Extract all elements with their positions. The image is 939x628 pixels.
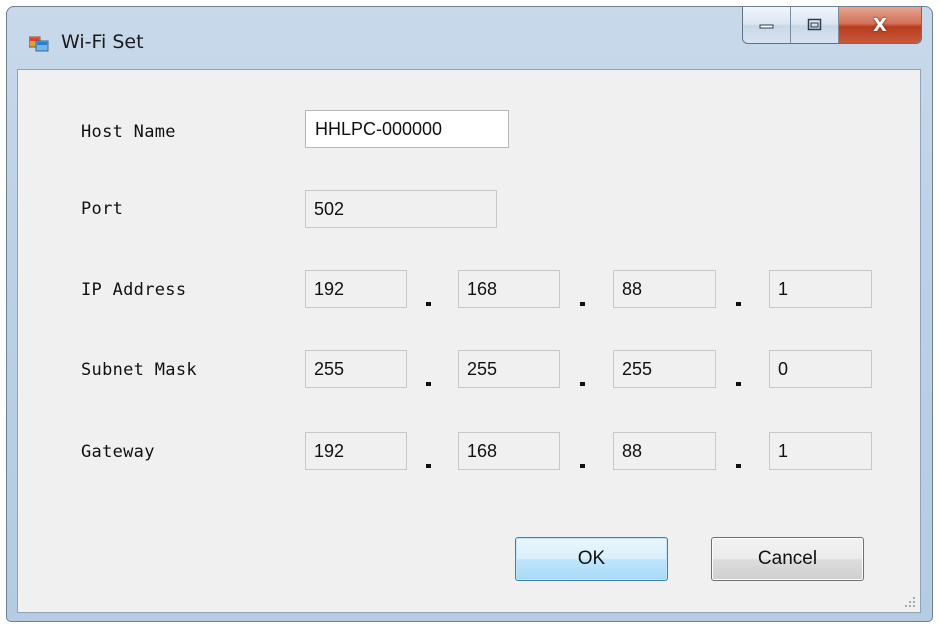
subnet-mask-label: Subnet Mask xyxy=(81,360,197,380)
ip-separator-dot xyxy=(736,302,741,306)
gateway-octet-3[interactable]: 88 xyxy=(613,432,716,470)
app-icon xyxy=(28,34,49,52)
gateway-label: Gateway xyxy=(81,442,155,462)
wifi-set-window: Wi-Fi Set X Host Name HHLPC-000000 Port … xyxy=(6,6,933,622)
maximize-button[interactable] xyxy=(791,7,839,43)
window-title: Wi-Fi Set xyxy=(61,31,144,53)
ip-octet-2[interactable]: 168 xyxy=(458,270,560,308)
client-area: Host Name HHLPC-000000 Port 502 IP Addre… xyxy=(17,69,921,613)
close-icon: X xyxy=(873,14,887,36)
resize-grip-icon[interactable] xyxy=(904,596,916,608)
host-name-input[interactable]: HHLPC-000000 xyxy=(305,110,509,148)
cancel-button[interactable]: Cancel xyxy=(711,537,864,581)
subnet-octet-3[interactable]: 255 xyxy=(613,350,716,388)
ip-octet-3[interactable]: 88 xyxy=(613,270,716,308)
close-button[interactable]: X xyxy=(839,7,921,43)
port-input[interactable]: 502 xyxy=(305,190,497,228)
subnet-octet-4[interactable]: 0 xyxy=(769,350,872,388)
ip-separator-dot xyxy=(580,302,585,306)
subnet-octet-1[interactable]: 255 xyxy=(305,350,407,388)
gateway-separator-dot xyxy=(426,464,431,468)
subnet-octet-2[interactable]: 255 xyxy=(458,350,560,388)
subnet-separator-dot xyxy=(736,382,741,386)
gateway-separator-dot xyxy=(736,464,741,468)
minimize-icon xyxy=(759,24,773,29)
title-bar[interactable]: Wi-Fi Set X xyxy=(7,7,932,69)
maximize-icon xyxy=(807,18,821,31)
subnet-separator-dot xyxy=(580,382,585,386)
ok-button[interactable]: OK xyxy=(515,537,668,581)
ip-octet-4[interactable]: 1 xyxy=(769,270,872,308)
port-label: Port xyxy=(81,199,124,219)
gateway-octet-4[interactable]: 1 xyxy=(769,432,872,470)
gateway-octet-1[interactable]: 192 xyxy=(305,432,407,470)
gateway-octet-2[interactable]: 168 xyxy=(458,432,560,470)
caption-buttons: X xyxy=(742,7,922,44)
gateway-separator-dot xyxy=(580,464,585,468)
host-name-label: Host Name xyxy=(81,122,176,142)
minimize-button[interactable] xyxy=(743,7,791,43)
ip-address-label: IP Address xyxy=(81,280,187,300)
ip-separator-dot xyxy=(426,302,431,306)
subnet-separator-dot xyxy=(426,382,431,386)
ip-octet-1[interactable]: 192 xyxy=(305,270,407,308)
